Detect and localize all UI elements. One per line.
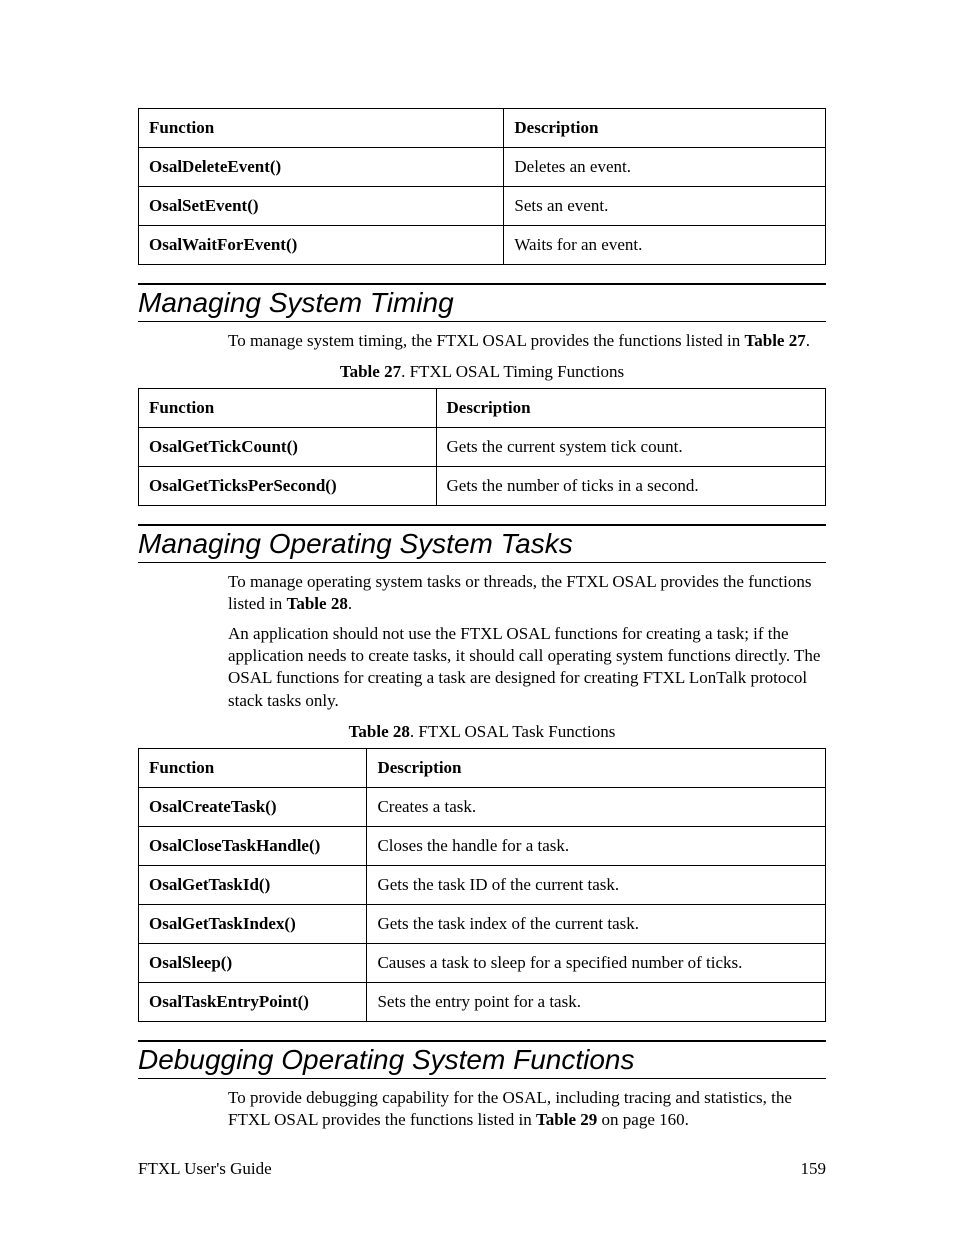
function-description: Creates a task. xyxy=(367,787,826,826)
table-header-row: Function Description xyxy=(139,748,826,787)
function-description: Gets the task index of the current task. xyxy=(367,904,826,943)
function-name: OsalGetTaskId() xyxy=(139,865,367,904)
function-name: OsalCloseTaskHandle() xyxy=(139,826,367,865)
function-description: Gets the current system tick count. xyxy=(436,428,825,467)
table-row: OsalGetTickCount() Gets the current syst… xyxy=(139,428,826,467)
events-table: Function Description OsalDeleteEvent() D… xyxy=(138,108,826,265)
timing-paragraph: To manage system timing, the FTXL OSAL p… xyxy=(228,330,826,352)
text: To manage system timing, the FTXL OSAL p… xyxy=(228,331,744,350)
table-caption-tasks: Table 28. FTXL OSAL Task Functions xyxy=(138,722,826,742)
table-row: OsalGetTaskId() Gets the task ID of the … xyxy=(139,865,826,904)
table-reference: Table 28 xyxy=(287,594,348,613)
text: . xyxy=(806,331,810,350)
text: on page 160. xyxy=(597,1110,689,1129)
table-header-row: Function Description xyxy=(139,109,826,148)
table-row: OsalTaskEntryPoint() Sets the entry poin… xyxy=(139,982,826,1021)
function-description: Deletes an event. xyxy=(504,148,826,187)
table-row: OsalCloseTaskHandle() Closes the handle … xyxy=(139,826,826,865)
function-description: Gets the number of ticks in a second. xyxy=(436,467,825,506)
document-page: Function Description OsalDeleteEvent() D… xyxy=(0,0,954,1235)
table-row: OsalSleep() Causes a task to sleep for a… xyxy=(139,943,826,982)
page-footer: FTXL User's Guide 159 xyxy=(138,1159,826,1179)
col-header-function: Function xyxy=(139,109,504,148)
col-header-description: Description xyxy=(367,748,826,787)
function-description: Closes the handle for a task. xyxy=(367,826,826,865)
function-name: OsalSetEvent() xyxy=(139,187,504,226)
text: To provide debugging capability for the … xyxy=(228,1088,792,1129)
table-row: OsalGetTaskIndex() Gets the task index o… xyxy=(139,904,826,943)
caption-label: Table 28 xyxy=(349,722,410,741)
tasks-paragraph-2: An application should not use the FTXL O… xyxy=(228,623,826,711)
function-description: Waits for an event. xyxy=(504,226,826,265)
timing-table: Function Description OsalGetTickCount() … xyxy=(138,388,826,506)
col-header-function: Function xyxy=(139,748,367,787)
function-name: OsalSleep() xyxy=(139,943,367,982)
table-reference: Table 29 xyxy=(536,1110,597,1129)
tasks-paragraph-1: To manage operating system tasks or thre… xyxy=(228,571,826,615)
table-row: OsalCreateTask() Creates a task. xyxy=(139,787,826,826)
footer-title: FTXL User's Guide xyxy=(138,1159,272,1179)
col-header-description: Description xyxy=(504,109,826,148)
function-description: Sets the entry point for a task. xyxy=(367,982,826,1021)
function-description: Sets an event. xyxy=(504,187,826,226)
function-description: Gets the task ID of the current task. xyxy=(367,865,826,904)
col-header-description: Description xyxy=(436,389,825,428)
function-name: OsalWaitForEvent() xyxy=(139,226,504,265)
function-name: OsalDeleteEvent() xyxy=(139,148,504,187)
debug-paragraph: To provide debugging capability for the … xyxy=(228,1087,826,1131)
function-name: OsalTaskEntryPoint() xyxy=(139,982,367,1021)
table-header-row: Function Description xyxy=(139,389,826,428)
table-row: OsalSetEvent() Sets an event. xyxy=(139,187,826,226)
caption-label: Table 27 xyxy=(340,362,401,381)
function-name: OsalGetTicksPerSecond() xyxy=(139,467,437,506)
section-heading-tasks: Managing Operating System Tasks xyxy=(138,524,826,563)
table-reference: Table 27 xyxy=(744,331,805,350)
function-name: OsalCreateTask() xyxy=(139,787,367,826)
table-row: OsalWaitForEvent() Waits for an event. xyxy=(139,226,826,265)
function-name: OsalGetTickCount() xyxy=(139,428,437,467)
section-heading-debug: Debugging Operating System Functions xyxy=(138,1040,826,1079)
text: . xyxy=(348,594,352,613)
caption-rest: . FTXL OSAL Task Functions xyxy=(410,722,616,741)
caption-rest: . FTXL OSAL Timing Functions xyxy=(401,362,624,381)
tasks-table: Function Description OsalCreateTask() Cr… xyxy=(138,748,826,1022)
table-caption-timing: Table 27. FTXL OSAL Timing Functions xyxy=(138,362,826,382)
function-description: Causes a task to sleep for a specified n… xyxy=(367,943,826,982)
footer-page-number: 159 xyxy=(801,1159,827,1179)
table-row: OsalDeleteEvent() Deletes an event. xyxy=(139,148,826,187)
table-row: OsalGetTicksPerSecond() Gets the number … xyxy=(139,467,826,506)
col-header-function: Function xyxy=(139,389,437,428)
section-heading-timing: Managing System Timing xyxy=(138,283,826,322)
function-name: OsalGetTaskIndex() xyxy=(139,904,367,943)
